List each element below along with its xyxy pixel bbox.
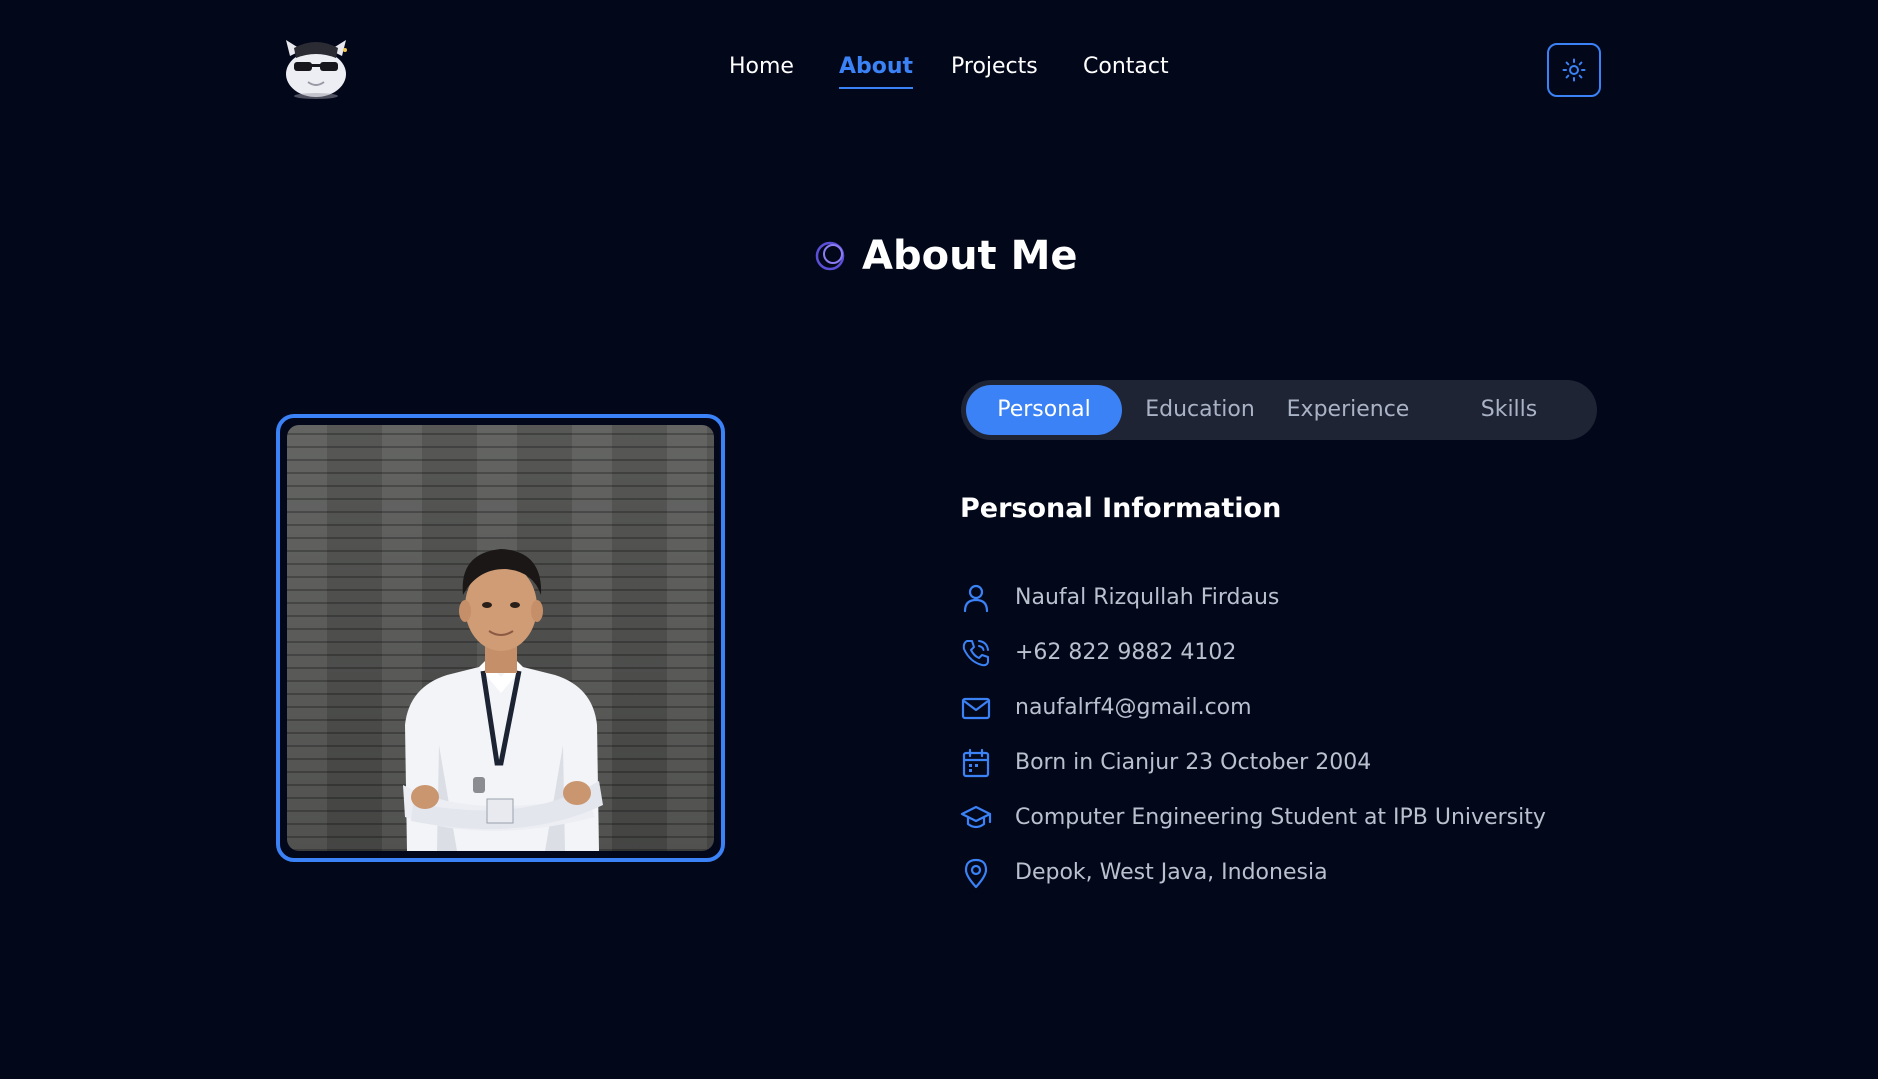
- tab-experience[interactable]: Experience: [1275, 385, 1421, 435]
- info-name-text: Naufal Rizqullah Firdaus: [1015, 585, 1280, 610]
- orbit-icon: [815, 241, 845, 271]
- phone-icon: [962, 640, 989, 667]
- tab-education[interactable]: Education: [1139, 385, 1261, 435]
- tab-skills[interactable]: Skills: [1435, 385, 1583, 435]
- info-location: Depok, West Java, Indonesia: [960, 855, 1660, 910]
- info-email-text[interactable]: naufalrf4@gmail.com: [1015, 695, 1252, 720]
- info-location-text: Depok, West Java, Indonesia: [1015, 860, 1328, 885]
- info-education: Computer Engineering Student at IPB Univ…: [960, 800, 1660, 855]
- mail-icon: [961, 697, 991, 720]
- info-birth-text: Born in Cianjur 23 October 2004: [1015, 750, 1372, 775]
- profile-photo-frame: [276, 414, 725, 862]
- calendar-icon: [962, 748, 990, 778]
- page-title: About Me: [862, 233, 1078, 279]
- about-page: Home About Projects Contact About Me Per…: [0, 0, 1878, 1079]
- about-tabs: Personal Education Experience Skills: [961, 380, 1597, 440]
- sun-icon: [1562, 58, 1586, 82]
- nav-active-underline: [839, 87, 914, 89]
- map-pin-icon: [964, 858, 988, 889]
- nav-about[interactable]: About: [839, 54, 914, 89]
- profile-photo: [287, 425, 714, 851]
- info-email: naufalrf4@gmail.com: [960, 690, 1660, 745]
- info-name: Naufal Rizqullah Firdaus: [960, 580, 1660, 635]
- tab-personal[interactable]: Personal: [966, 385, 1122, 435]
- info-phone-text[interactable]: +62 822 9882 4102: [1015, 640, 1236, 665]
- personal-info-heading: Personal Information: [960, 493, 1282, 524]
- graduation-cap-icon: [960, 805, 992, 829]
- info-phone: +62 822 9882 4102: [960, 635, 1660, 690]
- theme-toggle-button[interactable]: [1547, 43, 1601, 97]
- personal-info-list: Naufal Rizqullah Firdaus +62 822 9882 41…: [960, 580, 1660, 910]
- info-birth: Born in Cianjur 23 October 2004: [960, 745, 1660, 800]
- nav-home[interactable]: Home: [729, 54, 794, 79]
- nav-projects[interactable]: Projects: [951, 54, 1038, 79]
- user-icon: [963, 584, 989, 613]
- nav-contact[interactable]: Contact: [1083, 54, 1169, 79]
- section-header: About Me: [0, 228, 1878, 284]
- info-education-text: Computer Engineering Student at IPB Univ…: [1015, 805, 1546, 830]
- nav-about-label: About: [839, 54, 914, 79]
